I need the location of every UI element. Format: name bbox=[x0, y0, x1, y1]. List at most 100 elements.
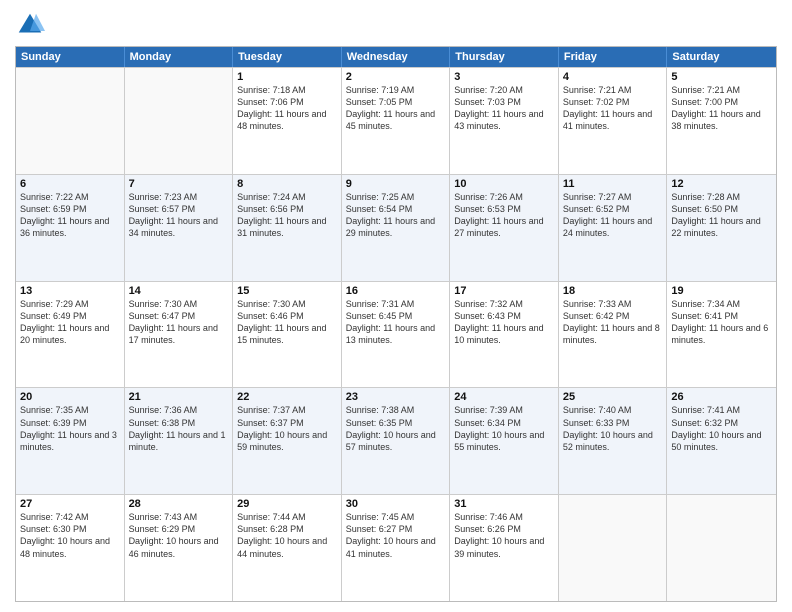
day-info: Sunrise: 7:40 AMSunset: 6:33 PMDaylight:… bbox=[563, 404, 663, 453]
calendar-cell-0-5: 4Sunrise: 7:21 AMSunset: 7:02 PMDaylight… bbox=[559, 68, 668, 174]
day-number: 27 bbox=[20, 498, 120, 510]
calendar-cell-0-2: 1Sunrise: 7:18 AMSunset: 7:06 PMDaylight… bbox=[233, 68, 342, 174]
day-number: 29 bbox=[237, 498, 337, 510]
calendar-cell-2-0: 13Sunrise: 7:29 AMSunset: 6:49 PMDayligh… bbox=[16, 282, 125, 388]
logo bbox=[15, 10, 49, 40]
header-day-wednesday: Wednesday bbox=[342, 47, 451, 67]
day-number: 25 bbox=[563, 391, 663, 403]
calendar-cell-2-6: 19Sunrise: 7:34 AMSunset: 6:41 PMDayligh… bbox=[667, 282, 776, 388]
day-info: Sunrise: 7:28 AMSunset: 6:50 PMDaylight:… bbox=[671, 191, 772, 240]
day-number: 2 bbox=[346, 71, 446, 83]
header bbox=[15, 10, 777, 40]
calendar-cell-2-1: 14Sunrise: 7:30 AMSunset: 6:47 PMDayligh… bbox=[125, 282, 234, 388]
header-day-tuesday: Tuesday bbox=[233, 47, 342, 67]
day-info: Sunrise: 7:29 AMSunset: 6:49 PMDaylight:… bbox=[20, 298, 120, 347]
calendar-cell-3-1: 21Sunrise: 7:36 AMSunset: 6:38 PMDayligh… bbox=[125, 388, 234, 494]
day-number: 21 bbox=[129, 391, 229, 403]
day-number: 10 bbox=[454, 178, 554, 190]
calendar-cell-0-0 bbox=[16, 68, 125, 174]
day-info: Sunrise: 7:21 AMSunset: 7:02 PMDaylight:… bbox=[563, 84, 663, 133]
calendar-cell-0-6: 5Sunrise: 7:21 AMSunset: 7:00 PMDaylight… bbox=[667, 68, 776, 174]
calendar-cell-2-5: 18Sunrise: 7:33 AMSunset: 6:42 PMDayligh… bbox=[559, 282, 668, 388]
header-day-friday: Friday bbox=[559, 47, 668, 67]
day-number: 28 bbox=[129, 498, 229, 510]
day-number: 20 bbox=[20, 391, 120, 403]
day-info: Sunrise: 7:20 AMSunset: 7:03 PMDaylight:… bbox=[454, 84, 554, 133]
day-number: 16 bbox=[346, 285, 446, 297]
logo-icon bbox=[15, 10, 45, 40]
day-number: 8 bbox=[237, 178, 337, 190]
day-info: Sunrise: 7:34 AMSunset: 6:41 PMDaylight:… bbox=[671, 298, 772, 347]
calendar: SundayMondayTuesdayWednesdayThursdayFrid… bbox=[15, 46, 777, 602]
day-info: Sunrise: 7:36 AMSunset: 6:38 PMDaylight:… bbox=[129, 404, 229, 453]
calendar-row-3: 20Sunrise: 7:35 AMSunset: 6:39 PMDayligh… bbox=[16, 387, 776, 494]
day-number: 7 bbox=[129, 178, 229, 190]
day-number: 31 bbox=[454, 498, 554, 510]
day-number: 24 bbox=[454, 391, 554, 403]
day-number: 15 bbox=[237, 285, 337, 297]
calendar-cell-2-3: 16Sunrise: 7:31 AMSunset: 6:45 PMDayligh… bbox=[342, 282, 451, 388]
calendar-cell-4-0: 27Sunrise: 7:42 AMSunset: 6:30 PMDayligh… bbox=[16, 495, 125, 601]
calendar-cell-2-2: 15Sunrise: 7:30 AMSunset: 6:46 PMDayligh… bbox=[233, 282, 342, 388]
day-info: Sunrise: 7:44 AMSunset: 6:28 PMDaylight:… bbox=[237, 511, 337, 560]
calendar-cell-0-3: 2Sunrise: 7:19 AMSunset: 7:05 PMDaylight… bbox=[342, 68, 451, 174]
calendar-row-4: 27Sunrise: 7:42 AMSunset: 6:30 PMDayligh… bbox=[16, 494, 776, 601]
calendar-row-1: 6Sunrise: 7:22 AMSunset: 6:59 PMDaylight… bbox=[16, 174, 776, 281]
calendar-cell-4-3: 30Sunrise: 7:45 AMSunset: 6:27 PMDayligh… bbox=[342, 495, 451, 601]
day-number: 26 bbox=[671, 391, 772, 403]
calendar-cell-3-2: 22Sunrise: 7:37 AMSunset: 6:37 PMDayligh… bbox=[233, 388, 342, 494]
page: SundayMondayTuesdayWednesdayThursdayFrid… bbox=[0, 0, 792, 612]
calendar-cell-3-3: 23Sunrise: 7:38 AMSunset: 6:35 PMDayligh… bbox=[342, 388, 451, 494]
calendar-cell-4-6 bbox=[667, 495, 776, 601]
day-info: Sunrise: 7:39 AMSunset: 6:34 PMDaylight:… bbox=[454, 404, 554, 453]
calendar-cell-4-5 bbox=[559, 495, 668, 601]
day-info: Sunrise: 7:42 AMSunset: 6:30 PMDaylight:… bbox=[20, 511, 120, 560]
header-day-saturday: Saturday bbox=[667, 47, 776, 67]
day-number: 23 bbox=[346, 391, 446, 403]
day-info: Sunrise: 7:27 AMSunset: 6:52 PMDaylight:… bbox=[563, 191, 663, 240]
day-number: 17 bbox=[454, 285, 554, 297]
day-info: Sunrise: 7:26 AMSunset: 6:53 PMDaylight:… bbox=[454, 191, 554, 240]
day-info: Sunrise: 7:35 AMSunset: 6:39 PMDaylight:… bbox=[20, 404, 120, 453]
day-info: Sunrise: 7:21 AMSunset: 7:00 PMDaylight:… bbox=[671, 84, 772, 133]
day-info: Sunrise: 7:38 AMSunset: 6:35 PMDaylight:… bbox=[346, 404, 446, 453]
day-info: Sunrise: 7:24 AMSunset: 6:56 PMDaylight:… bbox=[237, 191, 337, 240]
day-number: 13 bbox=[20, 285, 120, 297]
day-info: Sunrise: 7:18 AMSunset: 7:06 PMDaylight:… bbox=[237, 84, 337, 133]
calendar-cell-1-4: 10Sunrise: 7:26 AMSunset: 6:53 PMDayligh… bbox=[450, 175, 559, 281]
calendar-cell-0-1 bbox=[125, 68, 234, 174]
header-day-thursday: Thursday bbox=[450, 47, 559, 67]
day-number: 22 bbox=[237, 391, 337, 403]
day-number: 1 bbox=[237, 71, 337, 83]
day-info: Sunrise: 7:37 AMSunset: 6:37 PMDaylight:… bbox=[237, 404, 337, 453]
day-number: 19 bbox=[671, 285, 772, 297]
calendar-header: SundayMondayTuesdayWednesdayThursdayFrid… bbox=[16, 47, 776, 67]
calendar-cell-1-1: 7Sunrise: 7:23 AMSunset: 6:57 PMDaylight… bbox=[125, 175, 234, 281]
calendar-cell-4-4: 31Sunrise: 7:46 AMSunset: 6:26 PMDayligh… bbox=[450, 495, 559, 601]
day-info: Sunrise: 7:46 AMSunset: 6:26 PMDaylight:… bbox=[454, 511, 554, 560]
day-info: Sunrise: 7:30 AMSunset: 6:46 PMDaylight:… bbox=[237, 298, 337, 347]
day-info: Sunrise: 7:19 AMSunset: 7:05 PMDaylight:… bbox=[346, 84, 446, 133]
calendar-cell-3-0: 20Sunrise: 7:35 AMSunset: 6:39 PMDayligh… bbox=[16, 388, 125, 494]
calendar-cell-1-3: 9Sunrise: 7:25 AMSunset: 6:54 PMDaylight… bbox=[342, 175, 451, 281]
header-day-monday: Monday bbox=[125, 47, 234, 67]
calendar-cell-3-6: 26Sunrise: 7:41 AMSunset: 6:32 PMDayligh… bbox=[667, 388, 776, 494]
calendar-cell-1-0: 6Sunrise: 7:22 AMSunset: 6:59 PMDaylight… bbox=[16, 175, 125, 281]
calendar-cell-4-2: 29Sunrise: 7:44 AMSunset: 6:28 PMDayligh… bbox=[233, 495, 342, 601]
day-info: Sunrise: 7:32 AMSunset: 6:43 PMDaylight:… bbox=[454, 298, 554, 347]
calendar-row-0: 1Sunrise: 7:18 AMSunset: 7:06 PMDaylight… bbox=[16, 67, 776, 174]
calendar-cell-0-4: 3Sunrise: 7:20 AMSunset: 7:03 PMDaylight… bbox=[450, 68, 559, 174]
day-number: 30 bbox=[346, 498, 446, 510]
calendar-cell-1-6: 12Sunrise: 7:28 AMSunset: 6:50 PMDayligh… bbox=[667, 175, 776, 281]
calendar-cell-2-4: 17Sunrise: 7:32 AMSunset: 6:43 PMDayligh… bbox=[450, 282, 559, 388]
day-info: Sunrise: 7:45 AMSunset: 6:27 PMDaylight:… bbox=[346, 511, 446, 560]
day-info: Sunrise: 7:23 AMSunset: 6:57 PMDaylight:… bbox=[129, 191, 229, 240]
calendar-cell-4-1: 28Sunrise: 7:43 AMSunset: 6:29 PMDayligh… bbox=[125, 495, 234, 601]
day-info: Sunrise: 7:41 AMSunset: 6:32 PMDaylight:… bbox=[671, 404, 772, 453]
day-number: 3 bbox=[454, 71, 554, 83]
day-number: 9 bbox=[346, 178, 446, 190]
day-info: Sunrise: 7:43 AMSunset: 6:29 PMDaylight:… bbox=[129, 511, 229, 560]
day-info: Sunrise: 7:30 AMSunset: 6:47 PMDaylight:… bbox=[129, 298, 229, 347]
calendar-cell-3-5: 25Sunrise: 7:40 AMSunset: 6:33 PMDayligh… bbox=[559, 388, 668, 494]
day-number: 5 bbox=[671, 71, 772, 83]
